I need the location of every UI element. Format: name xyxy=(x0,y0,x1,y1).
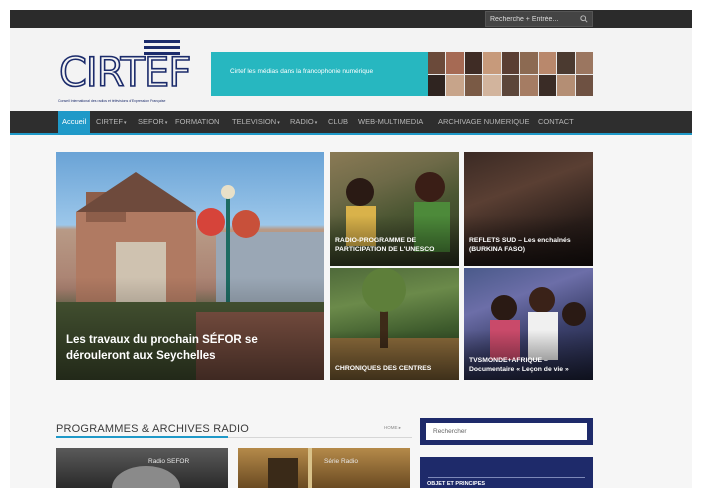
sidebar-search-input[interactable] xyxy=(426,423,587,440)
tile-reflets-title[interactable]: REFLETS SUD – Les enchaînés (BURKINA FAS… xyxy=(469,236,587,254)
top-bar xyxy=(10,10,692,28)
tile-unesco-title[interactable]: RADIO-PROGRAMME DE PARTICIPATION DE L'UN… xyxy=(335,236,450,254)
section-divider xyxy=(228,437,412,438)
featured-main-title[interactable]: Les travaux du prochain SÉFOR se déroule… xyxy=(66,332,286,364)
studio-image xyxy=(268,448,312,488)
sidebar-box-label[interactable]: OBJET ET PRINCIPES xyxy=(427,481,485,487)
microphone-image xyxy=(112,466,180,488)
logo-tagline: Conseil International des radios et télé… xyxy=(58,99,166,103)
header-banner[interactable]: Cirtef les médias dans la francophonie n… xyxy=(211,52,593,96)
chevron-down-icon: ▾ xyxy=(123,120,127,126)
logo-wordmark: CIRTEF xyxy=(59,50,190,96)
section-breadcrumb[interactable]: HOME ▸ xyxy=(384,425,401,431)
top-search[interactable] xyxy=(485,11,593,27)
archive-thumb-radio-sefor[interactable]: Radio SEFOR xyxy=(56,448,228,488)
featured-tile-reflets[interactable]: REFLETS SUD – Les enchaînés (BURKINA FAS… xyxy=(464,152,593,266)
featured-main-tile[interactable]: Les travaux du prochain SÉFOR se déroule… xyxy=(56,152,324,380)
tile-tvsmonde-title[interactable]: TVSMONDE+AFRIQUE – Documentaire « Leçon … xyxy=(469,356,589,374)
main-content: Les travaux du prochain SÉFOR se déroule… xyxy=(10,135,692,488)
top-search-input[interactable] xyxy=(490,13,574,25)
chevron-down-icon: ▾ xyxy=(314,120,318,126)
banner-teal-panel: Cirtef les médias dans la francophonie n… xyxy=(211,52,428,96)
search-icon[interactable] xyxy=(580,15,588,23)
archive-thumb-serie-radio[interactable]: Série Radio xyxy=(238,448,410,488)
nav-item-web-multimedia[interactable]: WEB-MULTIMEDIA xyxy=(358,111,423,133)
featured-tile-unesco[interactable]: RADIO-PROGRAMME DE PARTICIPATION DE L'UN… xyxy=(330,152,459,266)
section-accent-rule xyxy=(56,436,228,438)
nav-item-sefor[interactable]: SEFOR▾ xyxy=(138,111,167,133)
featured-tile-chroniques[interactable]: CHRONIQUES DES CENTRES xyxy=(330,268,459,380)
nav-item-cirtef[interactable]: CIRTEF▾ xyxy=(96,111,126,133)
nav-item-television[interactable]: TELEVISION▾ xyxy=(232,111,280,133)
tile-chroniques-title[interactable]: CHRONIQUES DES CENTRES xyxy=(335,364,453,373)
tile-shade xyxy=(56,277,324,380)
site-header: CIRTEF Conseil International des radios … xyxy=(10,28,692,111)
nav-item-formation[interactable]: FORMATION xyxy=(175,111,219,133)
nav-item-radio[interactable]: RADIO▾ xyxy=(290,111,317,133)
nav-item-archivage[interactable]: ARCHIVAGE NUMERIQUE xyxy=(438,111,530,133)
chevron-down-icon: ▾ xyxy=(277,120,280,126)
section-heading: PROGRAMMES & ARCHIVES RADIO xyxy=(56,423,250,435)
logo-bars-icon xyxy=(144,40,180,55)
banner-text: Cirtef les médias dans la francophonie n… xyxy=(230,68,374,75)
sidebar-objet-box: OBJET ET PRINCIPES xyxy=(420,457,593,488)
thumb-caption: Radio SEFOR xyxy=(148,458,190,465)
thumb-caption: Série Radio xyxy=(324,458,358,465)
sidebar-box-divider xyxy=(428,477,585,478)
chevron-down-icon: ▾ xyxy=(164,120,168,126)
page: CIRTEF Conseil International des radios … xyxy=(10,10,692,488)
nav-item-club[interactable]: CLUB xyxy=(328,111,348,133)
banner-photo-mosaic xyxy=(428,52,593,96)
cirtef-logo[interactable]: CIRTEF xyxy=(58,36,208,98)
main-nav: Accueil CIRTEF▾ SEFOR▾ FORMATION TELEVIS… xyxy=(10,111,692,135)
nav-item-contact[interactable]: CONTACT xyxy=(538,111,574,133)
nav-item-accueil[interactable]: Accueil xyxy=(58,111,91,133)
featured-tile-tvsmonde[interactable]: TVSMONDE+AFRIQUE – Documentaire « Leçon … xyxy=(464,268,593,380)
sidebar-search xyxy=(420,418,593,445)
